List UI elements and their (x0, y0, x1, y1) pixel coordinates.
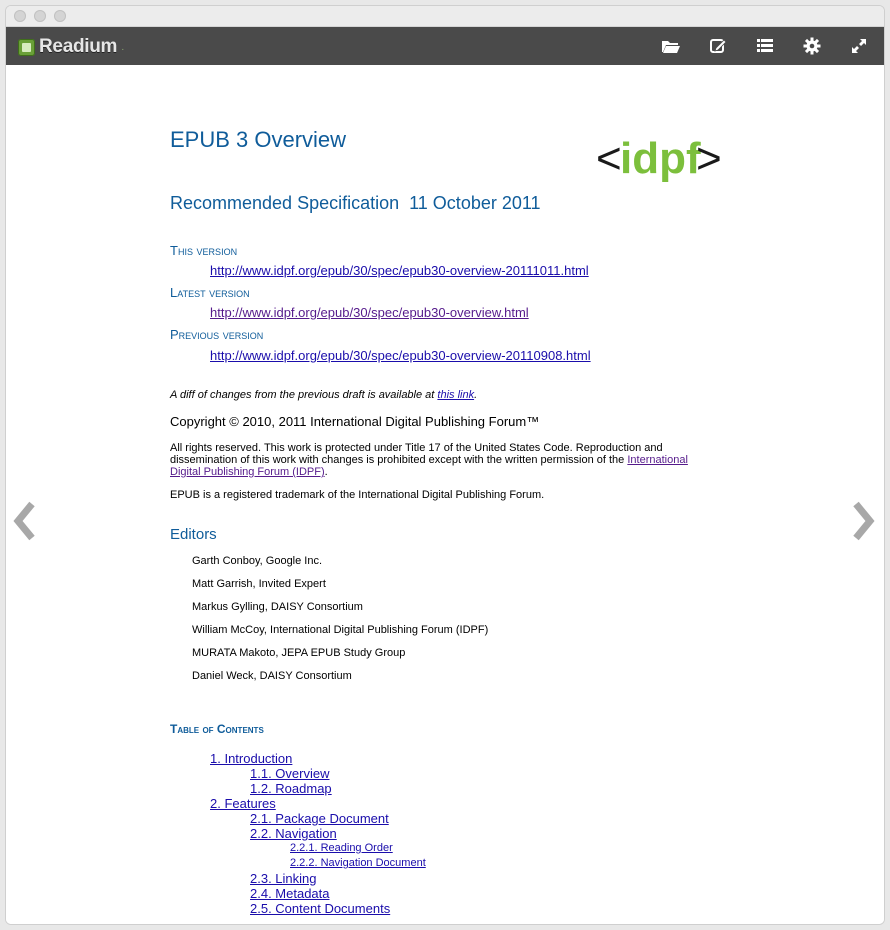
diff-note-end: . (474, 389, 478, 401)
reader-toolbar: Readium · (6, 27, 884, 66)
readium-logo[interactable]: Readium · (18, 36, 124, 58)
edit-icon (710, 39, 727, 53)
idpf-logo: < idpf > (596, 134, 722, 183)
toc-item[interactable]: 2.2.2. Navigation Document (290, 857, 426, 869)
reading-area: EPUB 3 Overview < idpf > Recommended Spe… (6, 65, 884, 924)
expand-icon (852, 39, 866, 53)
toc-button[interactable] (754, 35, 776, 57)
editor-item: Matt Garrish, Invited Expert (192, 578, 326, 590)
previous-version-link[interactable]: http://www.idpf.org/epub/30/spec/epub30-… (210, 348, 591, 363)
trademark-notice: EPUB is a registered trademark of the In… (170, 489, 545, 501)
svg-text:<: < (596, 134, 622, 183)
toc-item[interactable]: 2.3. Linking (250, 871, 317, 886)
readium-logo-icon (18, 38, 35, 56)
toc-item[interactable]: 1. Introduction (210, 751, 292, 766)
title-bar (6, 6, 884, 27)
rights-line-2: dissemination of this work with changes … (170, 454, 688, 466)
chevron-right-icon (853, 501, 875, 541)
latest-version-link[interactable]: http://www.idpf.org/epub/30/spec/epub30-… (210, 305, 529, 320)
idpf-link-part2[interactable]: Digital Publishing Forum (IDPF) (170, 466, 325, 478)
toc-item[interactable]: 2.4. Metadata (250, 886, 330, 901)
zoom-window-button[interactable] (54, 10, 66, 22)
settings-button[interactable] (801, 35, 823, 57)
next-page-button[interactable] (850, 496, 880, 546)
rights-line-2-text: dissemination of this work with changes … (170, 454, 628, 466)
app-name: Readium (39, 36, 118, 57)
editor-item: MURATA Makoto, JEPA EPUB Study Group (192, 647, 406, 659)
latest-version-label: Latest version (170, 285, 250, 300)
this-version-label: This version (170, 243, 238, 258)
editor-item: Garth Conboy, Google Inc. (192, 555, 323, 567)
document-status: Recommended Specification 11 October 201… (170, 193, 541, 213)
folder-open-icon (662, 41, 680, 53)
svg-text:>: > (696, 134, 722, 183)
close-window-button[interactable] (14, 10, 26, 22)
toc-heading: Table of Contents (170, 722, 264, 736)
rights-line-3: Digital Publishing Forum (IDPF). (170, 466, 688, 478)
diff-note: A diff of changes from the previous draf… (170, 389, 477, 401)
diff-note-text: A diff of changes from the previous draf… (170, 389, 438, 401)
copyright: Copyright © 2010, 2011 International Dig… (170, 414, 540, 429)
this-version-link[interactable]: http://www.idpf.org/epub/30/spec/epub30-… (210, 263, 589, 278)
chevron-left-icon (13, 501, 35, 541)
app-menu-indicator: · (121, 43, 125, 55)
editors-heading: Editors (170, 526, 217, 543)
library-button[interactable] (660, 35, 682, 57)
previous-page-button[interactable] (8, 496, 38, 546)
browser-window: Readium · EPUB 3 Overview < idpf > Recom… (6, 6, 884, 924)
toc-item[interactable]: 1.1. Overview (250, 766, 329, 781)
rights-end: . (324, 466, 328, 478)
idpf-link-part1[interactable]: International (627, 454, 688, 466)
toc-item[interactable]: 1.2. Roadmap (250, 781, 332, 796)
toc-item[interactable]: 2.1. Package Document (250, 811, 389, 826)
rights-notice: All rights reserved. This work is protec… (170, 442, 688, 478)
annotate-button[interactable] (707, 35, 729, 57)
toc-item[interactable]: 2.5. Content Documents (250, 901, 390, 916)
editor-item: William McCoy, International Digital Pub… (192, 624, 489, 636)
toc-item[interactable]: 2.2. Navigation (250, 826, 337, 841)
toc-item[interactable]: 2.2.1. Reading Order (290, 842, 393, 854)
diff-link[interactable]: this link (437, 389, 474, 401)
rights-line-1: All rights reserved. This work is protec… (170, 442, 663, 454)
document-title: EPUB 3 Overview (170, 127, 347, 152)
svg-text:idpf: idpf (620, 134, 701, 183)
toc-item[interactable]: 2. Features (210, 796, 276, 811)
editor-item: Markus Gylling, DAISY Consortium (192, 601, 363, 613)
list-icon (757, 39, 773, 52)
minimize-window-button[interactable] (34, 10, 46, 22)
editor-item: Daniel Weck, DAISY Consortium (192, 670, 352, 682)
gear-icon (803, 37, 821, 55)
previous-version-label: Previous version (170, 327, 264, 342)
fullscreen-button[interactable] (848, 35, 870, 57)
